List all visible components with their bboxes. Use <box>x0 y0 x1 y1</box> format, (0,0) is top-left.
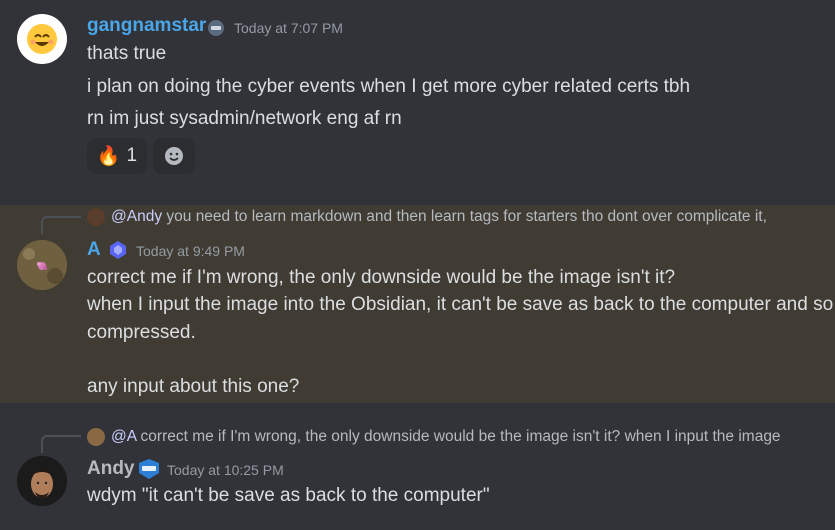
username[interactable]: Andy <box>87 458 135 480</box>
message-line: rn im just sysadmin/network eng af rn <box>87 108 402 129</box>
username[interactable]: gangnamstar <box>87 15 206 37</box>
reply-preview[interactable]: @Andy you need to learn markdown and the… <box>87 208 767 226</box>
message-line: thats true <box>87 43 167 64</box>
reply-mention[interactable]: @A <box>111 428 136 445</box>
user-photo-icon <box>17 456 67 506</box>
reply-spine <box>41 435 81 453</box>
message-line: i plan on doing the cyber events when I … <box>87 76 691 97</box>
username[interactable]: A <box>87 239 101 261</box>
reaction-fire[interactable]: 🔥 1 <box>87 138 147 174</box>
reply-avatar <box>87 208 105 226</box>
add-reaction-icon <box>165 147 183 165</box>
server-tag-icon <box>139 459 159 479</box>
message-line: any input about this one? <box>87 376 300 397</box>
reply-spine <box>41 216 81 234</box>
message-andy: @A correct me if I'm wrong, the only dow… <box>0 420 835 530</box>
timestamp[interactable]: Today at 7:07 PM <box>234 20 343 36</box>
add-reaction-button[interactable] <box>153 138 195 174</box>
message-line: compressed. <box>87 322 196 343</box>
reaction-count: 1 <box>126 145 138 166</box>
avatar[interactable] <box>17 240 67 290</box>
server-tag-icon <box>208 20 224 36</box>
avatar[interactable] <box>17 14 67 64</box>
reply-preview[interactable]: @A correct me if I'm wrong, the only dow… <box>87 428 781 446</box>
message-line: wdym "it can't be save as back to the co… <box>87 485 490 506</box>
message-line: correct me if I'm wrong, the only downsi… <box>87 267 676 288</box>
hype-badge-icon <box>110 241 126 259</box>
smiley-avatar-icon <box>27 24 57 54</box>
reply-mention[interactable]: @Andy <box>111 208 162 225</box>
reply-text: you need to learn markdown and then lear… <box>166 208 767 226</box>
reply-text: correct me if I'm wrong, the only downsi… <box>140 428 781 446</box>
timestamp[interactable]: Today at 9:49 PM <box>136 243 245 259</box>
message-line: when I input the image into the Obsidian… <box>87 294 834 315</box>
avatar[interactable] <box>17 456 67 506</box>
message-gangnamstar: gangnamstar Today at 7:07 PM thats true … <box>0 0 835 195</box>
timestamp[interactable]: Today at 10:25 PM <box>167 462 284 478</box>
reply-avatar <box>87 428 105 446</box>
fire-icon: 🔥 <box>96 146 121 167</box>
flower-avatar-icon <box>17 240 67 290</box>
message-a-highlighted: @Andy you need to learn markdown and the… <box>0 205 835 403</box>
